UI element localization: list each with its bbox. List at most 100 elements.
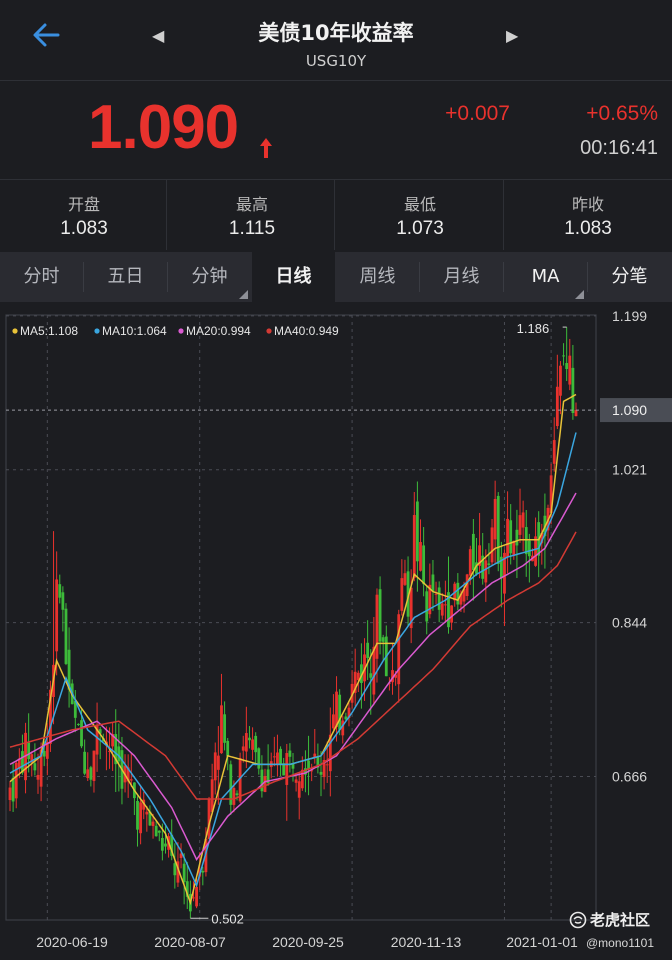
candle-body [33, 763, 37, 771]
stat-label: 开盘 [67, 195, 100, 214]
chart-legend: MA5:1.108 MA10:1.064 MA20:0.994 MA40:0.949 [12, 324, 339, 338]
candle-body [157, 830, 161, 833]
tab-ma[interactable]: MA [504, 252, 587, 302]
candle-body [332, 714, 335, 729]
candle-body [496, 495, 500, 564]
candle-body [565, 363, 569, 370]
candle-body [518, 515, 522, 535]
candle-body [61, 592, 65, 610]
candle-body [319, 771, 323, 775]
arrow-up-icon [260, 138, 272, 158]
watermark-text: 老虎社区 [590, 911, 651, 929]
tab-weekly[interactable]: 周线 [336, 252, 419, 302]
candle-body [437, 587, 441, 610]
candle-body [509, 520, 513, 554]
candle-body [201, 870, 205, 873]
tab-five-day[interactable]: 五日 [84, 252, 167, 302]
tab-label: 分时 [23, 266, 60, 287]
stat-separator [334, 180, 335, 250]
candle-body [338, 694, 342, 730]
candle-body [434, 593, 438, 595]
candle-body [512, 540, 516, 556]
symbol-code: USG10Y [305, 52, 367, 70]
candle-body [216, 755, 220, 770]
candle-body [213, 752, 217, 781]
ma-lines [9, 393, 577, 906]
chart-grid [5, 314, 597, 921]
candle-body [160, 838, 164, 851]
candle-body [422, 545, 426, 585]
stat-low: 最低 1.073 [336, 180, 504, 250]
candle-body [456, 582, 460, 605]
candle-body [471, 533, 475, 570]
tab-label: 周线 [359, 266, 396, 287]
tiger-logo-icon [569, 911, 587, 929]
current-price: 1.090 [88, 93, 239, 162]
candle-body [419, 542, 422, 571]
current-price-label: 1.090 [612, 402, 647, 418]
candle-body [173, 863, 177, 876]
candle-body [151, 821, 155, 827]
stat-label: 最高 [235, 195, 268, 214]
candle-body [415, 501, 419, 562]
candle-body [325, 764, 329, 766]
candle-body [64, 608, 68, 664]
stat-label: 昨收 [571, 195, 604, 214]
candle-body [145, 811, 149, 815]
candle-body [574, 410, 578, 417]
candle-body [241, 746, 245, 751]
candle-body [484, 560, 488, 583]
legend-dot [266, 328, 272, 334]
candle-body [192, 897, 195, 899]
page-title: 美债10年收益率 [258, 21, 414, 45]
candle-body [257, 748, 261, 769]
tab-intraday[interactable]: 分时 [0, 252, 83, 302]
legend-label: MA40:0.949 [274, 324, 339, 338]
tab-ticks[interactable]: 分笔 [588, 252, 671, 302]
candle-body [366, 642, 370, 658]
high-label: 1.186 [517, 321, 550, 336]
candle-body [263, 776, 267, 792]
candle-body [568, 355, 572, 385]
candle-body [431, 574, 435, 592]
tab-monthly[interactable]: 月线 [420, 252, 503, 302]
candle-body [425, 591, 429, 622]
candle-body [14, 762, 18, 799]
candle-body [235, 793, 239, 796]
tab-daily[interactable]: 日线 [252, 252, 335, 302]
candle-body [375, 594, 379, 659]
tab-minute[interactable]: 分钟 [168, 252, 251, 302]
candle-body [164, 843, 167, 847]
watermark: 老虎社区 @mono1101 [564, 906, 672, 956]
stat-open: 开盘 1.083 [0, 180, 168, 250]
legend-dot [178, 328, 184, 334]
stat-label: 最低 [403, 195, 436, 214]
ma-line-ma10 [9, 432, 577, 888]
candle-body [555, 386, 559, 427]
candle-body [440, 603, 444, 616]
candlestick-chart[interactable]: 1.199 1.021 0.844 0.666 1.090 1.186 0.502 2020-… [0, 303, 672, 960]
candle-body [378, 589, 382, 642]
candle-body [195, 886, 198, 907]
candle-body [80, 720, 83, 747]
candle-body [251, 739, 254, 750]
candle-body [42, 750, 46, 757]
ma-line-ma5 [9, 393, 577, 906]
stat-value: 1.083 [564, 218, 612, 239]
candle-body [254, 735, 258, 753]
candle-body [506, 518, 509, 558]
triangle-right-icon[interactable]: ▶ [506, 26, 518, 45]
candle-body [450, 605, 454, 623]
candle-body [335, 691, 338, 728]
candle-body [288, 750, 292, 757]
y-tick-label: 0.844 [612, 615, 647, 631]
candle-body [55, 579, 59, 652]
candle-body [369, 673, 373, 678]
candle-body [372, 646, 376, 695]
candle-body [527, 540, 531, 557]
candle-body [182, 863, 186, 883]
candle-body [36, 774, 40, 780]
candle-body [487, 563, 491, 565]
candle-body [400, 578, 404, 611]
candle-body [294, 779, 298, 783]
